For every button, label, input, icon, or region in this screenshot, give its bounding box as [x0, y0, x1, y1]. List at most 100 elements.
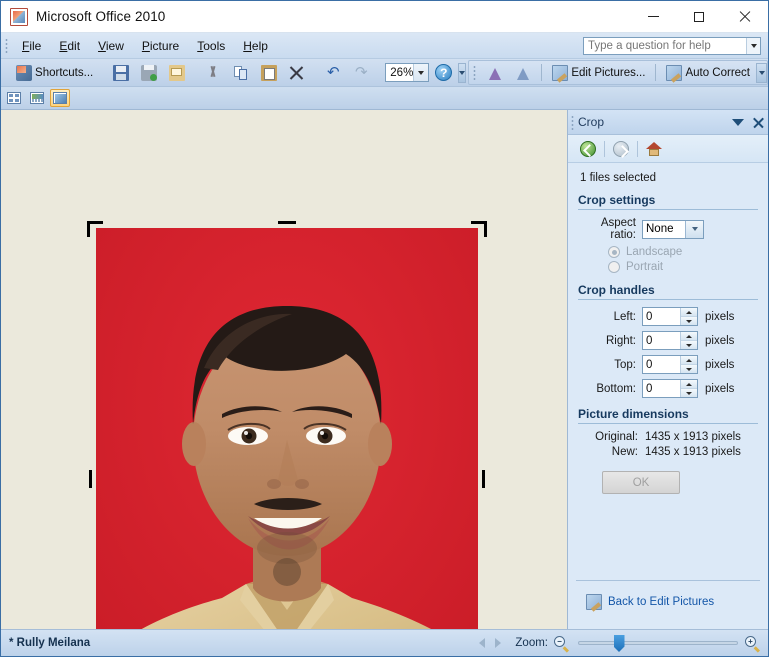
crop-right-increment-button[interactable]	[681, 332, 697, 340]
landscape-radio[interactable]	[608, 246, 620, 258]
clipboard-icon	[261, 64, 278, 81]
crop-top-value[interactable]: 0	[643, 359, 680, 371]
crop-left-spinner[interactable]: 0	[642, 307, 698, 326]
zoom-slider-thumb[interactable]	[613, 635, 625, 652]
menu-help[interactable]: Help	[234, 36, 277, 56]
crop-handle-top-center[interactable]	[278, 221, 296, 224]
help-search-dropdown-button[interactable]	[746, 37, 760, 54]
task-pane-forward-button[interactable]	[609, 138, 633, 160]
filmstrip-view-button[interactable]	[27, 89, 47, 107]
task-pane-close-button[interactable]	[748, 111, 768, 133]
chevron-down-icon	[686, 343, 692, 347]
single-picture-view-button[interactable]	[50, 89, 70, 107]
help-search-input[interactable]	[584, 37, 746, 54]
crop-right-value[interactable]: 0	[643, 335, 680, 347]
save-button[interactable]	[108, 61, 134, 85]
menu-grip-handle[interactable]	[5, 38, 8, 53]
task-pane-grip-handle[interactable]	[571, 114, 574, 130]
crop-left-spin-buttons[interactable]	[680, 308, 697, 325]
crop-handle-top-right[interactable]	[471, 221, 487, 224]
picture-workspace[interactable]	[1, 110, 568, 629]
crop-left-label: Left:	[613, 310, 636, 323]
crop-bottom-increment-button[interactable]	[681, 380, 697, 388]
zoom-level-dropdown-button[interactable]	[413, 64, 429, 81]
menu-view-label: iew	[105, 38, 124, 53]
crop-top-spin-buttons[interactable]	[680, 356, 697, 373]
help-button[interactable]: ?	[430, 61, 457, 85]
next-picture-icon[interactable]	[495, 638, 502, 648]
crop-right-decrement-button[interactable]	[681, 340, 697, 349]
crop-top-spinner[interactable]: 0	[642, 355, 698, 374]
aspect-ratio-select[interactable]: None	[642, 219, 704, 239]
chevron-down-icon	[418, 70, 425, 75]
picture-toolbar-grip-handle[interactable]	[473, 65, 477, 80]
thumbnail-grid-icon	[7, 92, 21, 104]
cut-button[interactable]	[200, 61, 226, 85]
crop-handle-top-left[interactable]	[87, 221, 103, 224]
crop-selection-area[interactable]	[87, 221, 487, 629]
paste-button[interactable]	[256, 61, 282, 85]
crop-left-value[interactable]: 0	[643, 311, 680, 323]
task-pane-menu-button[interactable]	[728, 111, 748, 133]
menu-view[interactable]: View	[89, 36, 133, 56]
orientation-portrait-row[interactable]: Portrait	[608, 261, 758, 273]
picture-preview[interactable]	[96, 228, 478, 629]
status-navigation	[479, 638, 502, 648]
zoom-out-button[interactable]: −	[554, 635, 570, 653]
crop-top-decrement-button[interactable]	[681, 364, 697, 373]
menu-tools[interactable]: Tools	[188, 36, 234, 56]
ok-button[interactable]: OK	[602, 471, 680, 494]
help-search-box[interactable]	[583, 36, 761, 55]
previous-picture-icon[interactable]	[479, 638, 486, 648]
portrait-radio[interactable]	[608, 261, 620, 273]
back-arrow-icon	[580, 140, 596, 157]
crop-handle-left-middle[interactable]	[89, 470, 92, 488]
picture-toolbar-overflow-button[interactable]	[756, 62, 768, 83]
toolbar-overflow-button[interactable]	[458, 62, 467, 83]
undo-button[interactable]: ↶	[320, 61, 346, 85]
crop-bottom-value[interactable]: 0	[643, 383, 680, 395]
rotate-right-button[interactable]	[510, 61, 536, 85]
thumbnail-view-button[interactable]	[4, 89, 24, 107]
zoom-slider[interactable]	[578, 635, 738, 652]
orientation-landscape-row[interactable]: Landscape	[608, 246, 758, 258]
auto-correct-button[interactable]: Auto Correct	[661, 61, 755, 85]
crop-left-decrement-button[interactable]	[681, 316, 697, 325]
chevron-up-icon	[686, 358, 692, 362]
task-pane-home-button[interactable]	[642, 138, 666, 160]
menu-edit-label: dit	[67, 38, 81, 53]
crop-bottom-spinner[interactable]: 0	[642, 379, 698, 398]
send-email-button[interactable]	[164, 61, 190, 85]
menu-file[interactable]: File	[13, 36, 50, 56]
crop-bottom-spin-buttons[interactable]	[680, 380, 697, 397]
close-button[interactable]	[722, 1, 768, 32]
maximize-button[interactable]	[676, 1, 722, 32]
view-mode-bar	[1, 87, 768, 110]
picture-dimensions-heading: Picture dimensions	[578, 407, 758, 424]
crop-bottom-decrement-button[interactable]	[681, 388, 697, 397]
menu-picture[interactable]: Picture	[133, 36, 188, 56]
aspect-ratio-row: Aspect ratio: None	[578, 217, 758, 241]
aspect-ratio-dropdown-button[interactable]	[685, 220, 703, 238]
edit-pictures-button[interactable]: Edit Pictures...	[547, 61, 650, 85]
chevron-up-icon	[686, 382, 692, 386]
back-to-edit-pictures-link[interactable]: Back to Edit Pictures	[608, 596, 714, 608]
menu-edit[interactable]: Edit	[50, 36, 89, 56]
shortcuts-button[interactable]: Shortcuts...	[11, 61, 98, 85]
nav-separator	[637, 140, 638, 157]
minimize-button[interactable]	[630, 1, 676, 32]
crop-top-increment-button[interactable]	[681, 356, 697, 364]
task-pane-footer: Back to Edit Pictures	[576, 580, 760, 625]
zoom-level-combobox[interactable]: 26%	[385, 63, 430, 82]
crop-left-increment-button[interactable]	[681, 308, 697, 316]
crop-right-spinner[interactable]: 0	[642, 331, 698, 350]
crop-handle-right-middle[interactable]	[482, 470, 485, 488]
print-button[interactable]	[136, 61, 162, 85]
rotate-left-button[interactable]	[482, 61, 508, 85]
copy-button[interactable]	[228, 61, 254, 85]
task-pane-back-button[interactable]	[576, 138, 600, 160]
zoom-in-button[interactable]: +	[745, 635, 761, 653]
delete-button[interactable]	[284, 61, 310, 85]
landscape-label: Landscape	[626, 246, 683, 258]
crop-right-spin-buttons[interactable]	[680, 332, 697, 349]
